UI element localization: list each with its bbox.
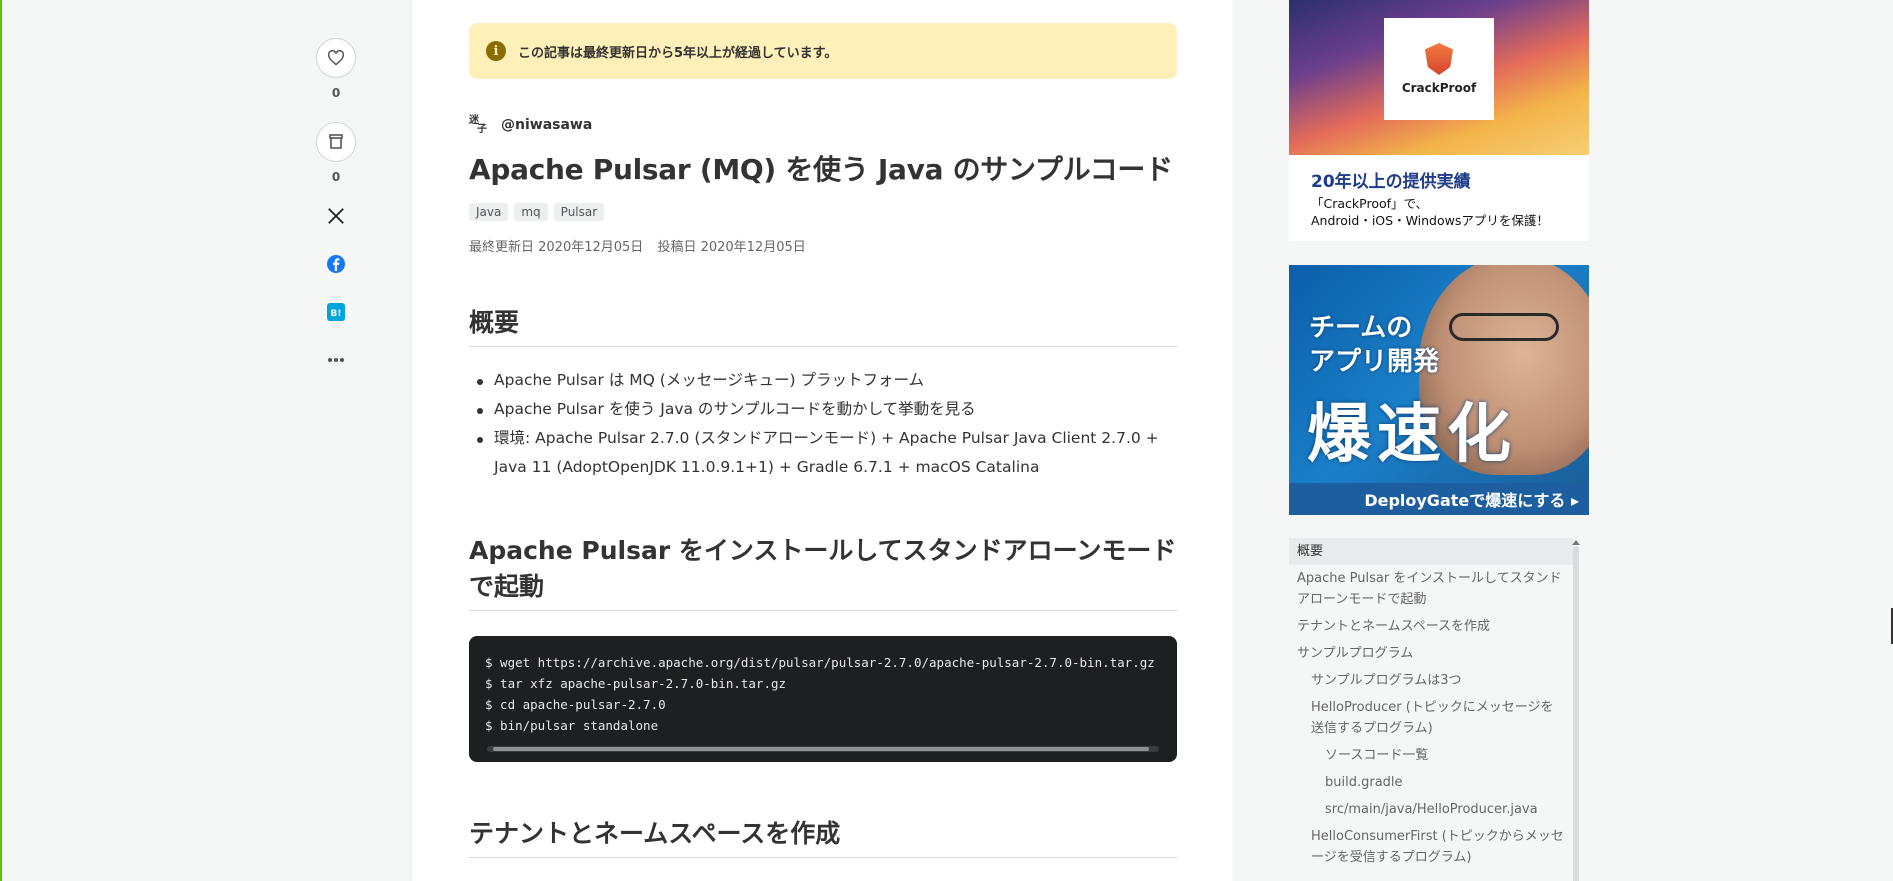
code-line: $ wget https://archive.apache.org/dist/p… [485, 655, 1155, 670]
ad-text-line2: アプリ開発 [1309, 347, 1440, 377]
info-icon: i [486, 41, 506, 61]
toc-item[interactable]: HelloConsumerFirst (トピックからメッセージを受信するプログラ… [1289, 823, 1573, 871]
ad-subtext: Android・iOS・Windowsアプリを保護！ [1311, 213, 1549, 228]
like-count: 0 [331, 86, 341, 100]
ad-text-line1: チームの [1309, 313, 1413, 343]
tag-list: Java mq Pulsar [469, 203, 1177, 221]
author-row[interactable]: 迷 子 @niwasawa [469, 112, 1177, 138]
toc-item[interactable]: サンプルプログラムは3つ [1289, 667, 1573, 694]
avatar-text: 子 [477, 124, 487, 135]
crackproof-logo: CrackProof [1384, 18, 1494, 120]
tag-pulsar[interactable]: Pulsar [553, 203, 605, 221]
share-x-button[interactable] [320, 200, 352, 232]
toc-item[interactable]: build.gradle [1289, 769, 1573, 796]
code-line: $ cd apache-pulsar-2.7.0 [485, 697, 666, 712]
article-title: Apache Pulsar (MQ) を使う Java のサンプルコード [469, 153, 1173, 186]
stock-button[interactable] [316, 122, 356, 162]
article-dates: 最終更新日 2020年12月05日 投稿日 2020年12月05日 [469, 236, 1177, 255]
updated-date: 最終更新日 2020年12月05日 [469, 240, 644, 255]
stock-count: 0 [331, 170, 341, 184]
ad-cta-button[interactable]: DeployGateで爆速にする ▸ [1289, 483, 1589, 515]
svg-text:B!: B! [331, 309, 342, 319]
action-rail: 0 0 B! [316, 38, 356, 392]
list-item: 環境: Apache Pulsar 2.7.0 (スタンドアローンモード) + … [469, 424, 1177, 482]
like-button[interactable] [316, 38, 356, 78]
list-item: Apache Pulsar を使う Java のサンプルコードを動かして挙動を見… [469, 395, 1177, 424]
tag-mq[interactable]: mq [514, 203, 548, 221]
code-scrollbar[interactable] [487, 746, 1159, 752]
stock-icon [329, 134, 343, 149]
toc-item[interactable]: ソースコード一覧 [1289, 742, 1573, 769]
outdated-notice: i この記事は最終更新日から5年以上が経過しています。 [469, 23, 1177, 79]
toc-item[interactable]: src/main/java/HelloProducer.java [1289, 796, 1573, 823]
more-options-button[interactable] [320, 344, 352, 376]
section-heading-tenant: テナントとネームスペースを作成 [469, 816, 1177, 858]
facebook-icon [327, 255, 345, 273]
toc-item[interactable]: テナントとネームスペースを作成 [1289, 613, 1573, 640]
toc-scrollbar[interactable] [1572, 540, 1580, 881]
glasses-shape [1449, 313, 1559, 341]
code-line: $ tar xfz apache-pulsar-2.7.0-bin.tar.gz [485, 676, 787, 691]
code-line: $ bin/pulsar standalone [485, 718, 659, 733]
table-of-contents: 概要 Apache Pulsar をインストールしてスタンドアローンモードで起動… [1289, 538, 1589, 881]
code-block[interactable]: $ wget https://archive.apache.org/dist/p… [469, 636, 1177, 762]
section-heading-install: Apache Pulsar をインストールしてスタンドアローンモードで起動 [469, 533, 1177, 611]
avatar[interactable]: 迷 子 [469, 114, 491, 136]
list-item: Apache Pulsar は MQ (メッセージキュー) プラットフォーム [469, 366, 1177, 395]
ad-headline: 20年以上の提供実績 [1311, 172, 1471, 192]
ad-banner-image: CrackProof [1289, 0, 1589, 155]
section-heading-overview: 概要 [469, 305, 1177, 347]
logo-text: CrackProof [1401, 81, 1477, 95]
deploygate-ad[interactable]: チームの アプリ開発 爆速化 DeployGateで爆速にする ▸ [1289, 265, 1589, 515]
crackproof-ad[interactable]: CrackProof 20年以上の提供実績 「CrackProof」で、 And… [1289, 0, 1589, 241]
hatena-bookmark-icon: B! [327, 303, 345, 321]
heart-icon [327, 50, 345, 66]
ad-subtext: 「CrackProof」で、 [1311, 196, 1429, 211]
code-scrollbar-thumb[interactable] [493, 747, 1149, 751]
tag-java[interactable]: Java [469, 203, 509, 221]
toc-item[interactable]: 概要 [1289, 538, 1573, 565]
overview-list: Apache Pulsar は MQ (メッセージキュー) プラットフォーム A… [469, 366, 1177, 482]
author-handle[interactable]: @niwasawa [501, 117, 592, 133]
article-card: i この記事は最終更新日から5年以上が経過しています。 迷 子 @niwasaw… [413, 0, 1233, 881]
ad-big-text: 爆速化 [1307, 398, 1517, 472]
notice-text: この記事は最終更新日から5年以上が経過しています。 [518, 45, 838, 61]
shield-icon [1425, 43, 1453, 75]
toc-item[interactable]: Apache Pulsar をインストールしてスタンドアローンモードで起動 [1289, 565, 1573, 613]
share-facebook-button[interactable] [320, 248, 352, 280]
left-edge-accent [0, 0, 2, 881]
posted-date: 投稿日 2020年12月05日 [657, 240, 806, 255]
toc-item[interactable]: サンプルプログラム [1289, 640, 1573, 667]
ellipsis-icon [328, 358, 344, 362]
x-logo-icon [328, 208, 344, 224]
share-hatena-button[interactable]: B! [320, 296, 352, 328]
toc-item[interactable]: HelloProducer (トピックにメッセージを送信するプログラム) [1289, 694, 1573, 742]
